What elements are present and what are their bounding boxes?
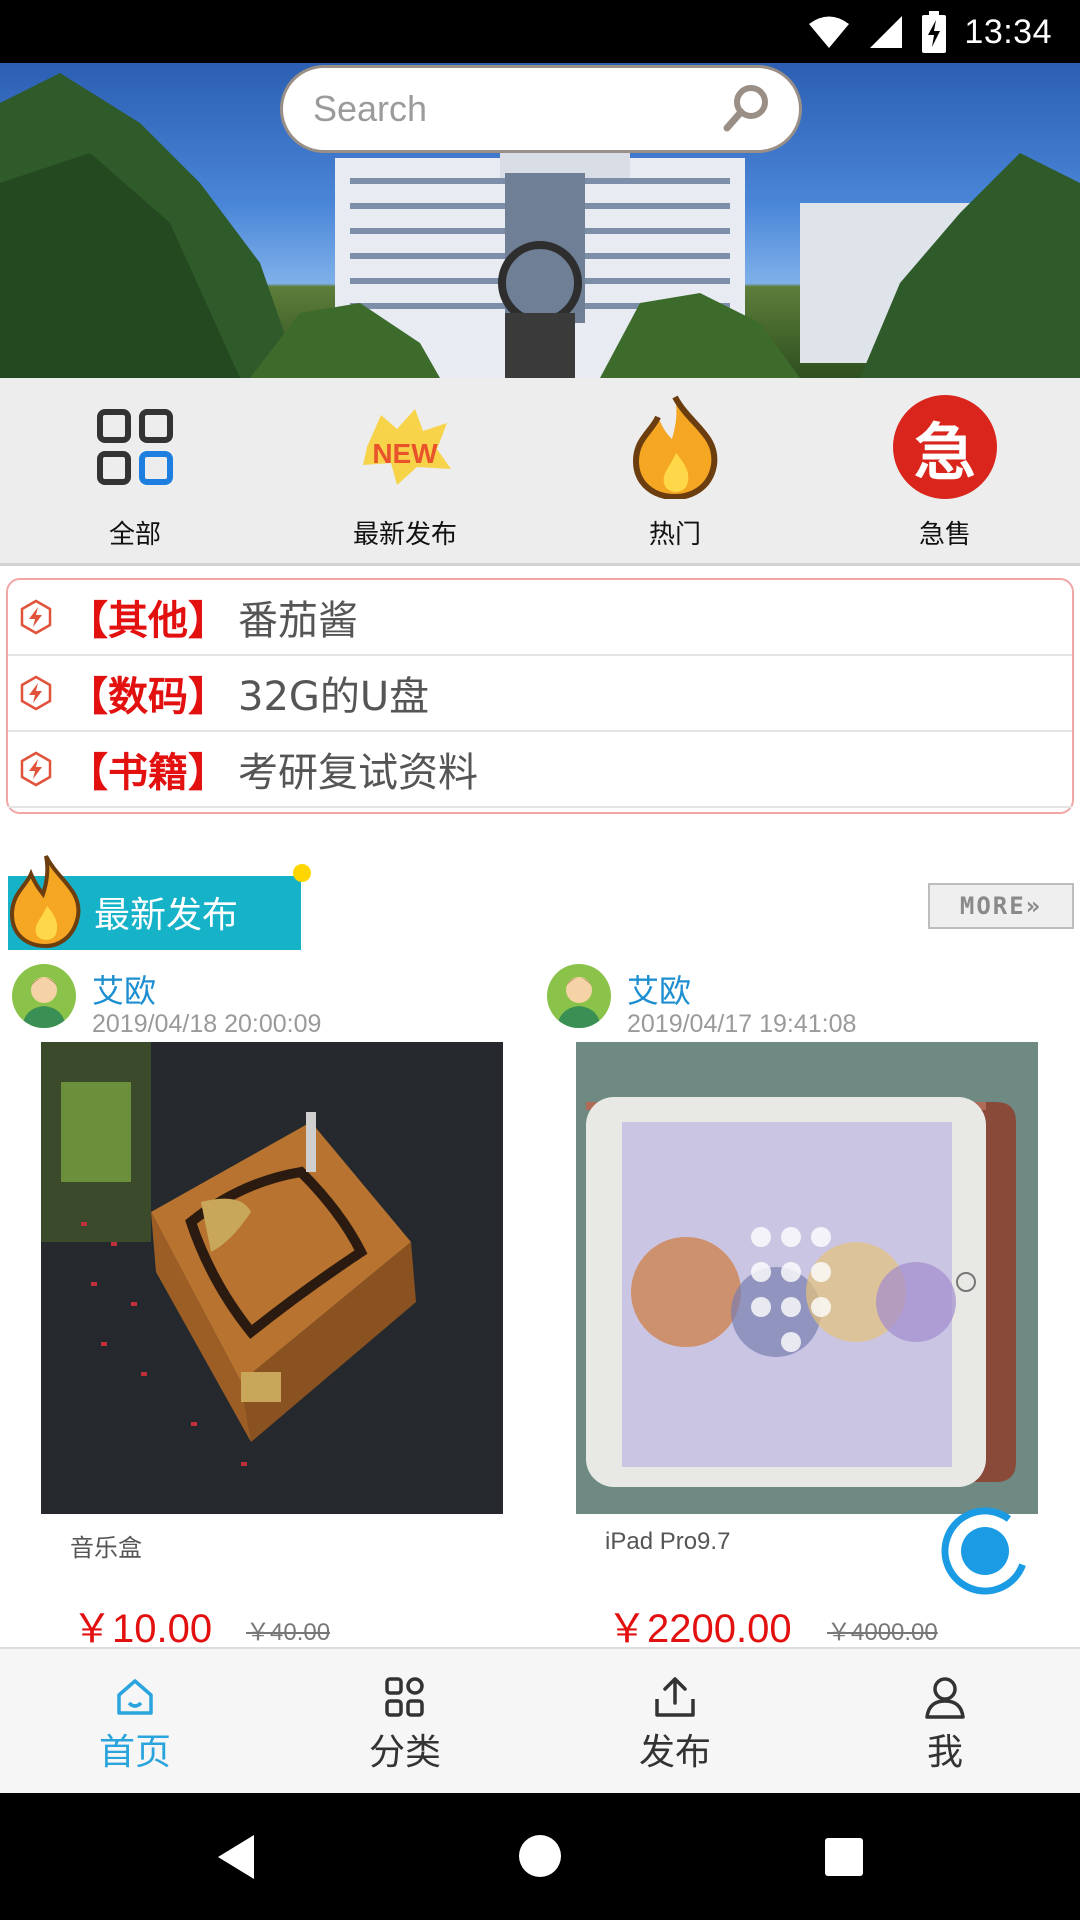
system-nav-bar [0,1793,1080,1920]
bottom-nav: 首页 分类 发布 我 [0,1647,1080,1795]
search-input[interactable]: Search [313,88,427,130]
product-name: 音乐盒 [70,1535,142,1562]
author-name[interactable]: 艾欧 [92,966,156,1012]
notice-category: 【书籍】 [68,750,228,796]
nav-profile[interactable]: 我 [810,1649,1080,1795]
signal-icon [870,16,903,48]
user-avatar-icon [557,977,601,1028]
post-time: 2019/04/17 19:41:08 [627,1010,857,1038]
product-photo[interactable] [41,1042,503,1514]
urgent-icon-text: 急 [913,416,976,489]
notice-title: 番茄酱 [238,598,358,644]
category-label: 急售 [918,520,971,550]
nav-label: 发布 [638,1732,711,1773]
lightning-icon [20,675,52,711]
category-label: 最新发布 [352,520,457,550]
nav-home[interactable]: 首页 [0,1649,270,1795]
status-bar: 13:34 [0,0,1080,63]
lightning-icon [20,599,52,635]
product-original-price: ￥40.00 [246,1619,331,1646]
notice-item[interactable]: 【其他】 番茄酱 [8,580,1072,656]
campus-banner[interactable]: Search [0,63,1080,378]
category-icon [385,1677,424,1717]
flame-icon [9,855,81,949]
post-time: 2019/04/18 20:00:09 [92,1010,322,1038]
floating-action-icon[interactable] [938,1504,1032,1598]
author-name[interactable]: 艾欧 [627,966,691,1012]
music-box-photo [41,1042,503,1514]
nav-label: 分类 [368,1732,441,1773]
product-price: ￥10.00 [72,1607,213,1651]
notice-item[interactable]: 【书籍】 考研复试资料 [8,732,1072,808]
notice-title: 32G的U盘 [238,674,430,720]
dot-icon [293,864,311,882]
category-urgent[interactable]: 急 急售 [810,378,1080,563]
nav-label: 首页 [98,1732,171,1773]
notice-item[interactable]: 【数码】 32G的U盘 [8,656,1072,732]
category-all[interactable]: 全部 [0,378,270,563]
nav-label: 我 [926,1732,963,1773]
user-avatar-icon [22,977,66,1028]
wifi-icon [809,16,850,48]
recents-icon[interactable] [824,1837,864,1877]
battery-charging-icon [922,11,947,53]
category-row: 全部 NEW 最新发布 热门 急 急售 [0,378,1080,566]
product-price: ￥2200.00 [607,1607,792,1651]
search-bar[interactable]: Search [280,65,802,153]
product-original-price: ￥4000.00 [827,1619,938,1646]
home-button-icon[interactable] [517,1833,563,1879]
profile-icon [925,1677,965,1719]
lightning-icon [20,751,52,787]
nav-publish[interactable]: 发布 [540,1649,810,1795]
home-icon [117,1679,153,1715]
status-time: 13:34 [964,12,1052,51]
flame-icon [632,395,718,499]
ipad-photo [576,1042,1038,1514]
section-title: 最新发布 [94,895,239,936]
notice-list: 【其他】 番茄酱 【数码】 32G的U盘 【书籍】 考研复试资料 [6,578,1074,814]
upload-icon [655,1677,695,1717]
notice-title: 考研复试资料 [238,750,478,796]
grid-icon [97,409,173,485]
category-newest[interactable]: NEW 最新发布 [270,378,540,563]
avatar[interactable] [547,964,611,1028]
urgent-icon: 急 [893,395,997,499]
svg-text:NEW: NEW [372,438,438,469]
category-label: 热门 [648,520,701,550]
category-hot[interactable]: 热门 [540,378,810,563]
avatar[interactable] [12,964,76,1028]
product-card[interactable]: 艾欧 2019/04/18 20:00:09 音乐盒 ￥10.00 ￥40.00 [0,960,530,1651]
new-badge-icon: NEW [363,409,451,485]
category-label: 全部 [108,520,161,550]
notice-category: 【数码】 [68,674,228,720]
more-button[interactable]: MORE» [928,883,1074,929]
product-name: iPad Pro9.7 [605,1528,731,1555]
notice-category: 【其他】 [68,598,228,644]
section-header: 最新发布 [8,855,311,950]
search-icon[interactable] [721,82,773,134]
product-photo[interactable] [576,1042,1038,1514]
nav-category[interactable]: 分类 [270,1649,540,1795]
back-icon[interactable] [214,1833,258,1881]
